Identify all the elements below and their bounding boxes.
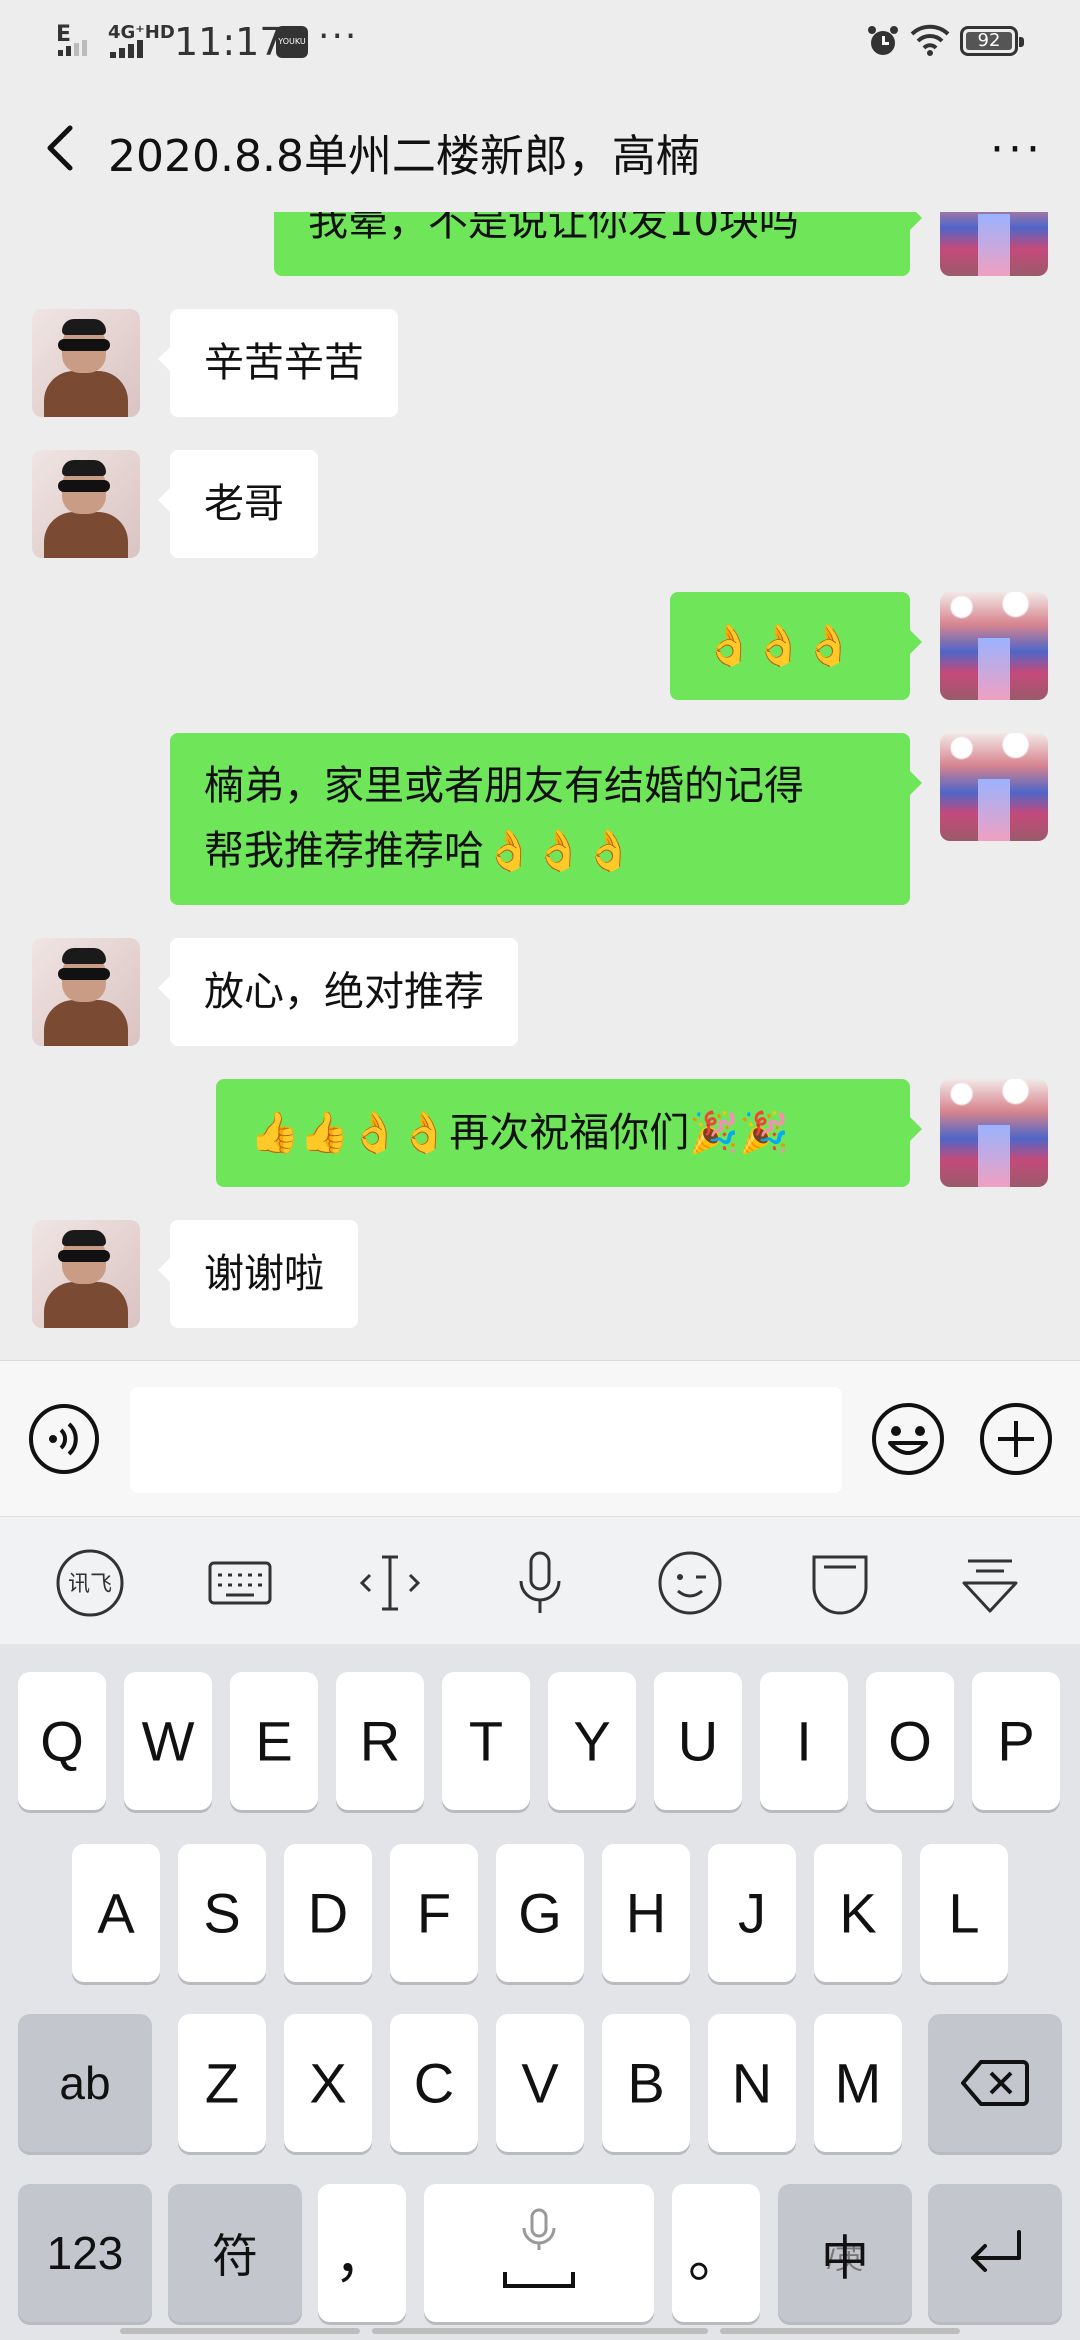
contact-avatar[interactable]	[32, 450, 140, 558]
more-notifications-icon: ···	[318, 16, 359, 57]
key-h[interactable]: H	[602, 1844, 690, 1982]
message-input[interactable]	[130, 1387, 842, 1493]
key-n[interactable]: N	[708, 2014, 796, 2152]
key-f[interactable]: F	[390, 1844, 478, 1982]
message-bubble[interactable]: 👌👌👌	[670, 592, 922, 700]
back-arrow-icon[interactable]	[32, 118, 92, 178]
contact-avatar[interactable]	[32, 1220, 140, 1328]
chat-title: 2020.8.8单州二楼新郎，高楠	[108, 131, 700, 182]
key-r[interactable]: R	[336, 1672, 424, 1810]
key-t[interactable]: T	[442, 1672, 530, 1810]
shift-key[interactable]: ab	[18, 2014, 152, 2152]
message-text: 辛苦辛苦	[204, 340, 364, 386]
key-w[interactable]: W	[124, 1672, 212, 1810]
key-q[interactable]: Q	[18, 1672, 106, 1810]
ifly-logo-icon[interactable]: 讯飞	[54, 1547, 126, 1619]
more-options-button[interactable]: ···	[990, 124, 1044, 175]
key-u[interactable]: U	[654, 1672, 742, 1810]
signal-strength-icon	[58, 40, 87, 56]
key-m[interactable]: M	[814, 2014, 902, 2152]
battery-level: 92	[966, 32, 1012, 50]
message-text: 老哥	[204, 481, 284, 527]
chat-header: 2020.8.8单州二楼新郎，高楠 ···	[0, 84, 1080, 212]
nav-bar-segment	[720, 2328, 960, 2334]
key-x[interactable]: X	[284, 2014, 372, 2152]
language-switch-key[interactable]: 中/英	[778, 2184, 912, 2322]
message-text-line-2: 帮我推荐推荐哈👌👌👌	[204, 828, 634, 874]
space-key[interactable]	[424, 2184, 654, 2322]
space-voice-icon	[503, 2208, 575, 2288]
message-text: 👌👌👌	[704, 623, 854, 669]
message-bubble[interactable]: 谢谢啦	[158, 1220, 358, 1328]
keyboard: Q W E R T Y U I O P A S D F G H J K L ab…	[0, 1644, 1080, 2340]
my-avatar[interactable]	[940, 733, 1048, 841]
numbers-key[interactable]: 123	[18, 2184, 152, 2322]
wink-emoji-icon[interactable]	[654, 1547, 726, 1619]
key-p[interactable]: P	[972, 1672, 1060, 1810]
key-z[interactable]: Z	[178, 2014, 266, 2152]
key-j[interactable]: J	[708, 1844, 796, 1982]
home-indicator[interactable]	[372, 2328, 708, 2334]
period-key[interactable]: 。	[672, 2184, 760, 2322]
comma-key[interactable]: ，	[318, 2184, 406, 2322]
key-a[interactable]: A	[72, 1844, 160, 1982]
clock: 11:17	[174, 20, 284, 64]
key-e[interactable]: E	[230, 1672, 318, 1810]
message-bubble[interactable]: 辛苦辛苦	[158, 309, 398, 417]
my-avatar[interactable]	[940, 212, 1048, 276]
voice-input-icon[interactable]	[28, 1403, 100, 1475]
clipboard-icon[interactable]	[804, 1547, 876, 1619]
key-v[interactable]: V	[496, 2014, 584, 2152]
message-bubble[interactable]: 放心，绝对推荐	[158, 938, 518, 1046]
message-bubble[interactable]: 👍👍👌👌再次祝福你们🎉🎉	[216, 1079, 922, 1187]
battery-icon: 92	[960, 26, 1024, 56]
message-bubble[interactable]: 我晕，不是说让你发10块吗	[274, 212, 922, 276]
my-avatar[interactable]	[940, 1079, 1048, 1187]
message-text-line-1: 楠弟，家里或者朋友有结婚的记得	[204, 763, 804, 809]
key-s[interactable]: S	[178, 1844, 266, 1982]
key-b[interactable]: B	[602, 2014, 690, 2152]
symbols-key[interactable]: 符	[168, 2184, 302, 2322]
nav-bar-segment	[120, 2328, 360, 2334]
delete-key[interactable]	[928, 2014, 1062, 2152]
cursor-move-icon[interactable]	[354, 1547, 426, 1619]
youku-app-icon: YOUKU	[276, 26, 308, 58]
key-y[interactable]: Y	[548, 1672, 636, 1810]
message-text: 我晕，不是说让你发10块吗	[308, 212, 799, 245]
svg-text:讯飞: 讯飞	[68, 1571, 112, 1596]
keyboard-toolbar: 讯飞	[0, 1516, 1080, 1645]
message-text: 👍👍👌👌再次祝福你们🎉🎉	[250, 1110, 789, 1156]
message-text: 放心，绝对推荐	[204, 969, 484, 1015]
backspace-icon	[961, 2060, 1029, 2106]
key-c[interactable]: C	[390, 2014, 478, 2152]
wifi-icon	[910, 24, 950, 56]
contact-avatar[interactable]	[32, 938, 140, 1046]
add-more-icon[interactable]	[978, 1401, 1054, 1477]
message-bubble[interactable]: 老哥	[158, 450, 318, 558]
message-input-bar	[0, 1360, 1080, 1517]
key-l[interactable]: L	[920, 1844, 1008, 1982]
hide-keyboard-icon[interactable]	[954, 1547, 1026, 1619]
emoji-icon[interactable]	[870, 1401, 946, 1477]
key-i[interactable]: I	[760, 1672, 848, 1810]
key-k[interactable]: K	[814, 1844, 902, 1982]
keyboard-icon[interactable]	[204, 1547, 276, 1619]
contact-avatar[interactable]	[32, 309, 140, 417]
microphone-icon[interactable]	[504, 1547, 576, 1619]
signal-strength-icon-2	[110, 40, 143, 58]
enter-arrow-icon	[971, 2230, 1021, 2272]
my-avatar[interactable]	[940, 592, 1048, 700]
message-bubble[interactable]: 楠弟，家里或者朋友有结婚的记得 帮我推荐推荐哈👌👌👌	[170, 733, 922, 905]
message-list[interactable]: 我晕，不是说让你发10块吗 辛苦辛苦 老哥 👌👌👌 楠弟，家里或者朋友有结婚的记…	[0, 212, 1080, 1360]
key-g[interactable]: G	[496, 1844, 584, 1982]
status-bar: E 4G⁺HD 11:17 YOUKU ··· 92	[0, 0, 1080, 84]
alarm-icon	[868, 26, 898, 55]
key-d[interactable]: D	[284, 1844, 372, 1982]
message-text: 谢谢啦	[204, 1251, 324, 1297]
enter-key[interactable]	[928, 2184, 1062, 2322]
key-o[interactable]: O	[866, 1672, 954, 1810]
